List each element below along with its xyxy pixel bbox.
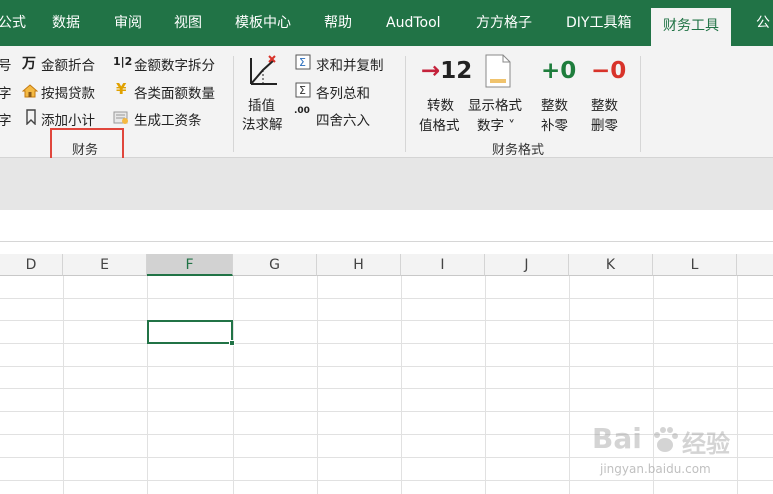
watermark-brand: Bai [592, 422, 642, 455]
tab-help[interactable]: 帮助 [324, 0, 352, 46]
column-line [233, 276, 234, 494]
arrow-12-icon: →12 [421, 58, 473, 84]
wan-icon: 万 [22, 56, 36, 72]
convert-number-label-line1: 转数 [427, 98, 454, 114]
group-separator [233, 56, 234, 152]
paw-icon [654, 427, 678, 452]
column-line [317, 276, 318, 494]
display-format-label-line1: 显示格式 [468, 98, 522, 114]
pad-zero-label-line2: 补零 [541, 118, 568, 134]
svg-text:Σ: Σ [299, 84, 306, 97]
sum-copy-icon: Σ [295, 54, 311, 70]
document-format-icon [485, 54, 511, 88]
row-line [0, 320, 773, 321]
display-format-label-line2: 数字 ˅ [477, 118, 516, 134]
minus-zero-icon: −0 [591, 58, 627, 84]
tab-audtool[interactable]: AudTool [386, 0, 441, 46]
tab-more[interactable]: 公 [756, 0, 770, 46]
column-line [569, 276, 570, 494]
watermark-url: jingyan.baidu.com [600, 462, 711, 476]
remove-zero-label-line1: 整数 [591, 98, 618, 114]
payslip-icon [113, 111, 128, 124]
yen-icon: ¥ [116, 80, 127, 98]
column-sum-icon: Σ [295, 82, 311, 98]
column-header-j[interactable]: J [485, 254, 569, 276]
row-line [0, 298, 773, 299]
active-cell-f[interactable] [147, 320, 233, 344]
tab-data[interactable]: 数据 [52, 0, 80, 46]
remove-zero-label-line2: 删零 [591, 118, 618, 134]
row-line [0, 411, 773, 412]
sum-and-copy-label: 求和并复制 [316, 58, 384, 74]
finance-format-group-label: 财务格式 [492, 143, 545, 158]
tab-fangfang[interactable]: 方方格子 [476, 0, 532, 46]
clipped-label-1[interactable]: 号 [0, 54, 12, 74]
bookmark-icon [26, 109, 36, 125]
interpolation-icon [250, 55, 277, 85]
formula-bar[interactable] [0, 210, 773, 242]
column-totals-label: 各列总和 [316, 86, 370, 102]
convert-number-label-line2: 值格式 [419, 118, 460, 134]
column-header-m[interactable] [737, 254, 773, 276]
column-header-k[interactable]: K [569, 254, 653, 276]
plus-zero-icon: +0 [541, 58, 577, 84]
column-header-h[interactable]: H [317, 254, 401, 276]
column-line [401, 276, 402, 494]
watermark-brand-suffix: 经验 [682, 430, 730, 458]
interpolation-label-line2: 法求解 [242, 117, 283, 133]
column-line [147, 276, 148, 494]
column-line [63, 276, 64, 494]
row-line [0, 343, 773, 344]
group-separator [640, 56, 641, 152]
tab-view[interactable]: 视图 [174, 0, 202, 46]
pad-zero-label-line1: 整数 [541, 98, 568, 114]
interpolation-label-line1: 插值 [248, 98, 275, 114]
house-icon [22, 84, 38, 98]
amount-split-label: 金额数字拆分 [134, 58, 215, 74]
tab-template-center[interactable]: 模板中心 [235, 0, 291, 46]
column-header-l[interactable]: L [653, 254, 737, 276]
column-header-f[interactable]: F [147, 254, 233, 276]
clipped-label-2[interactable]: 字 [0, 82, 12, 102]
amount-convert-label: 金额折合 [41, 58, 95, 74]
baidu-watermark: Bai 经验 jingyan.baidu.com [592, 420, 762, 486]
column-line [485, 276, 486, 494]
column-header-i[interactable]: I [401, 254, 485, 276]
tab-finance-tools[interactable]: 财务工具 [651, 8, 731, 46]
tab-review[interactable]: 审阅 [114, 0, 142, 46]
ribbon-tab-bar: 公式 数据 审阅 视图 模板中心 帮助 AudTool 方方格子 DIY工具箱 … [0, 0, 773, 46]
row-line [0, 366, 773, 367]
group-separator [405, 56, 406, 152]
svg-text:Σ: Σ [299, 56, 306, 69]
tab-formulas[interactable]: 公式 [0, 0, 26, 46]
row-line [0, 388, 773, 389]
denomination-count-label: 各类面额数量 [134, 86, 215, 102]
number-split-icon: 1|2 [113, 55, 133, 68]
round-icon: .00 [294, 106, 310, 116]
ribbon-gap-area [0, 158, 773, 210]
column-header-e[interactable]: E [63, 254, 147, 276]
round-half-even-label: 四舍六入 [316, 113, 370, 129]
column-header-d[interactable]: D [0, 254, 63, 276]
add-subtotal-label: 添加小计 [41, 113, 95, 129]
generate-payslip-label: 生成工资条 [134, 113, 202, 129]
mortgage-loan-label: 按揭贷款 [41, 86, 95, 102]
column-header-g[interactable]: G [233, 254, 317, 276]
fill-handle[interactable] [229, 340, 235, 346]
tab-diy-toolbox[interactable]: DIY工具箱 [566, 0, 631, 46]
clipped-label-3[interactable]: 字 [0, 109, 12, 129]
